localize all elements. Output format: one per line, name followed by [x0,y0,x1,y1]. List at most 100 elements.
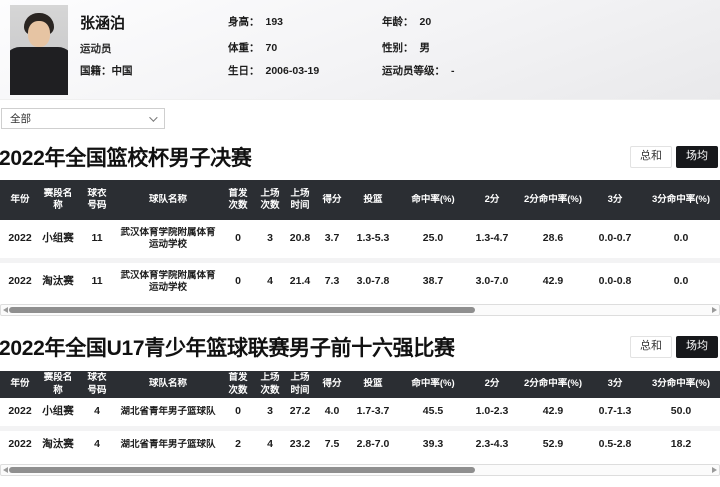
table-cell: 20.8 [289,232,311,245]
table-cell: 0 [235,405,241,418]
column-header: 年份 [10,193,30,205]
table-cell: 4 [94,438,100,451]
table-cell: 0.0-0.8 [598,275,632,288]
table-cell: 11 [91,232,103,245]
table-cell: 1.7-3.7 [356,405,390,418]
table-row: 2022 淘汰赛 11 武汉体育学院附属体育运动学校 0 4 21.4 7.3 3.0-7.8 3… [0,263,720,301]
column-header: 球衣 号码 [87,372,107,396]
section-1-toggle-group: 总和 场均 [630,146,718,168]
column-header: 3分 [607,193,623,205]
column-header: 命中率(%) [411,193,455,205]
stats-table-1: 年份 赛段名称 球衣 号码 球队名称 首发 次数 上场 次数 上场 时间 得分 投篮 命中率(%)… [0,180,720,301]
per-game-toggle-button[interactable]: 场均 [676,336,718,358]
nationality-label: 国籍： [80,65,112,77]
nationality-value: 中国 [111,65,133,77]
scroll-left-arrow-icon[interactable] [3,307,8,313]
column-header: 2分命中率(%) [523,378,583,390]
table-cell: 4.0 [324,405,340,418]
table-row: 2022 淘汰赛 4 湖北省青年男子篮球队 2 4 23.2 7.5 2.8-7.0 39.3 2.… [0,431,720,459]
table-cell: 3 [267,405,273,418]
table-cell: 39.3 [422,438,444,451]
table-cell: 11 [91,275,103,288]
column-header: 年份 [10,378,30,390]
table-cell: 小组赛 [42,405,74,418]
photo-torso [10,47,68,95]
column-header: 2分命中率(%) [523,193,583,205]
table-cell: 1.3-4.7 [475,232,509,245]
table-cell: 23.2 [289,438,311,451]
table-cell: 45.5 [422,405,444,418]
column-header: 得分 [322,378,342,390]
table-header-row: 年份 赛段名称 球衣 号码 球队名称 首发 次数 上场 次数 上场 时间 得分 投篮 命中率(%)… [0,371,720,398]
table-cell: 3.0-7.8 [356,275,390,288]
column-header: 投篮 [363,378,383,390]
column-header: 上场 次数 [260,372,280,396]
section-1-header: 2022年全国篮校杯男子决赛 总和 场均 [0,143,720,171]
stats-table-2: 年份 赛段名称 球衣 号码 球队名称 首发 次数 上场 次数 上场 时间 得分 投篮 命中率(%)… [0,371,720,459]
section-2-header: 2022年全国U17青少年篮球联赛男子前十六强比赛 总和 场均 [0,333,720,361]
table-cell: 2.3-4.3 [475,438,509,451]
scrollbar-thumb[interactable] [9,307,475,313]
table-header-row: 年份 赛段名称 球衣 号码 球队名称 首发 次数 上场 次数 上场 时间 得分 投篮 命中率(%)… [0,180,720,220]
table-cell: 3 [267,232,273,245]
section-2-title: 2022年全国U17青少年篮球联赛男子前十六强比赛 [0,337,455,360]
chevron-down-icon [149,112,158,122]
table-cell: 湖北省青年男子篮球队 [120,406,216,418]
table-cell: 武汉体育学院附属体育运动学校 [120,227,216,250]
profile-header: 张涵泊 运动员 国籍：中国 身高： 193 体重： 70 生日： 2006-03-19… [0,0,720,100]
table-cell: 7.5 [324,438,340,451]
column-header: 投篮 [363,193,383,205]
column-header: 3分 [607,378,623,390]
table-row: 2022 小组赛 11 武汉体育学院附属体育运动学校 0 3 20.8 3.7 1.3-5.3 2… [0,220,720,258]
table-cell: 淘汰赛 [42,438,74,451]
table-cell: 18.2 [670,438,692,451]
sum-toggle-button[interactable]: 总和 [630,336,672,358]
section-1-title: 2022年全国篮校杯男子决赛 [0,147,252,170]
table-cell: 21.4 [289,275,311,288]
table-cell: 50.0 [670,405,692,418]
table-cell: 42.9 [542,275,564,288]
table-cell: 3.0-7.0 [475,275,509,288]
horizontal-scrollbar[interactable] [0,464,720,476]
field-athlete-level: 运动员等级： - [382,65,455,77]
column-header: 3分命中率(%) [651,193,711,205]
table-cell: 25.0 [422,232,444,245]
scrollbar-thumb[interactable] [9,467,475,473]
table-cell: 3.7 [324,232,340,245]
scroll-left-arrow-icon[interactable] [3,467,8,473]
table-cell: 0.0 [673,275,689,288]
table-cell: 0 [235,232,241,245]
column-header: 球队名称 [148,193,187,205]
column-header: 球队名称 [148,378,187,390]
field-weight: 体重： 70 [228,42,278,54]
table-cell: 1.3-5.3 [356,232,390,245]
column-header: 2分 [484,193,500,205]
player-role: 运动员 [80,43,112,55]
player-name: 张涵泊 [80,15,126,32]
table-cell: 小组赛 [42,232,74,245]
competition-filter-select[interactable]: 全部 [1,108,165,129]
column-header: 赛段名称 [43,372,73,396]
table-cell: 2.8-7.0 [356,438,390,451]
table-cell: 27.2 [289,405,311,418]
table-cell: 2022 [8,232,32,245]
table-cell: 4 [267,275,273,288]
scroll-right-arrow-icon[interactable] [712,307,717,313]
sum-toggle-button[interactable]: 总和 [630,146,672,168]
photo-face [28,21,50,47]
table-cell: 7.3 [324,275,340,288]
field-gender: 性别：男 [382,42,430,54]
table-cell: 0.7-1.3 [598,405,632,418]
column-header: 上场 时间 [290,372,310,396]
column-header: 3分命中率(%) [651,378,711,390]
horizontal-scrollbar[interactable] [0,304,720,316]
table-cell: 2022 [8,405,32,418]
table-cell: 28.6 [542,232,564,245]
table-cell: 0.0 [673,232,689,245]
per-game-toggle-button[interactable]: 场均 [676,146,718,168]
table-cell: 2022 [8,438,32,451]
table-cell: 1.0-2.3 [475,405,509,418]
player-nationality: 国籍：中国 [80,63,133,78]
section-2-toggle-group: 总和 场均 [630,336,718,358]
scroll-right-arrow-icon[interactable] [712,467,717,473]
